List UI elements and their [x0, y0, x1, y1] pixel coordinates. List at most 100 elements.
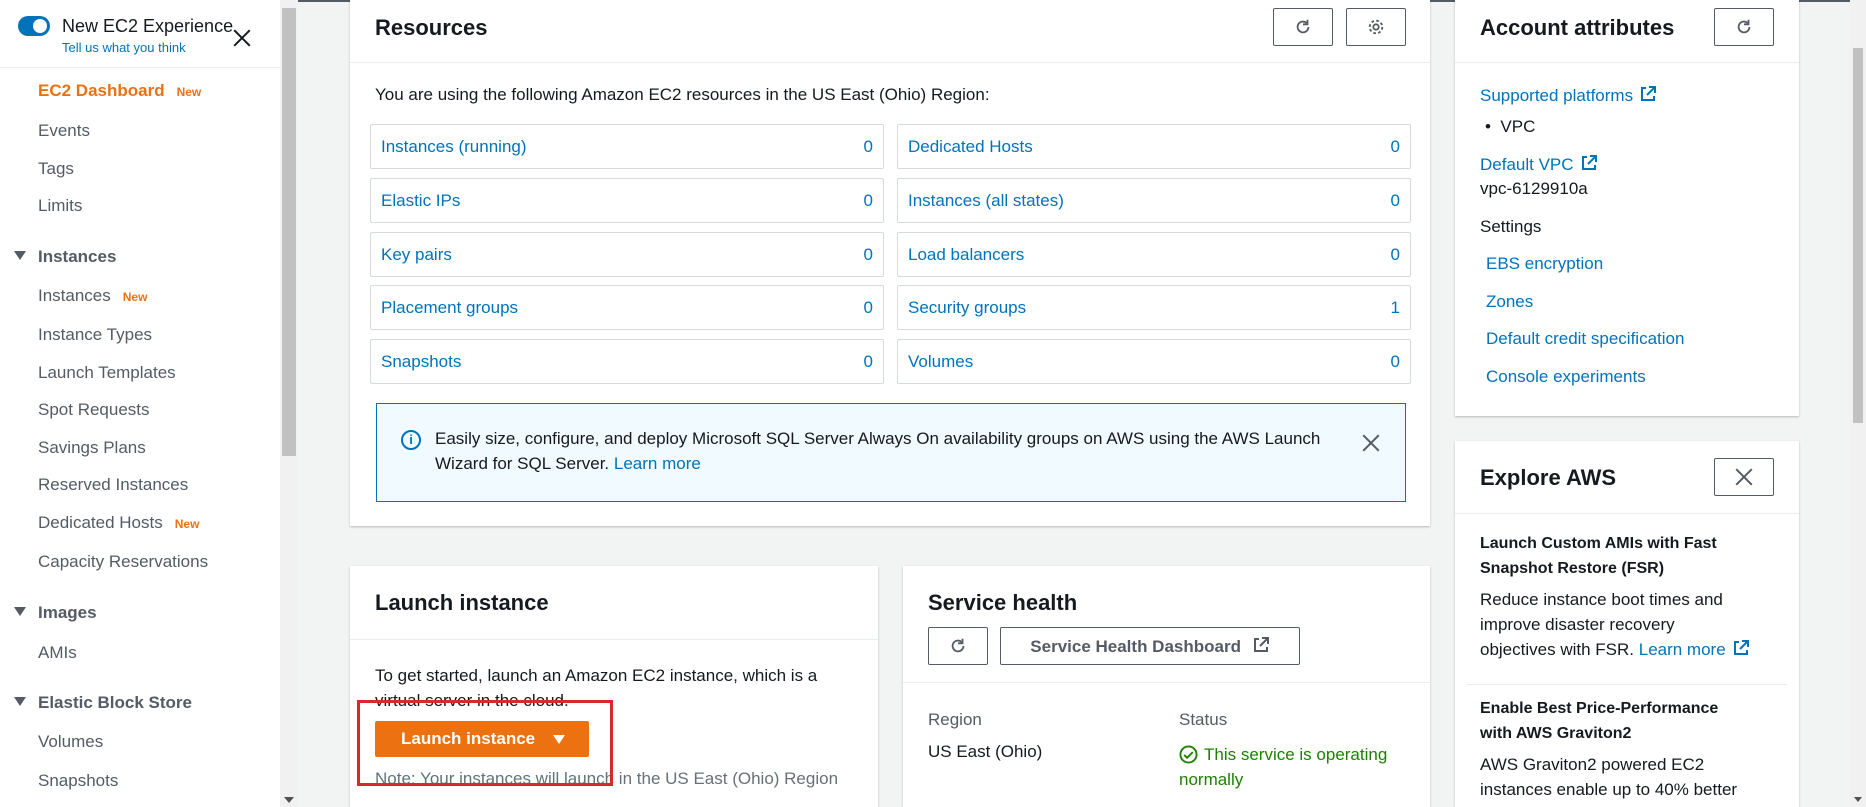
scroll-down-arrow-icon[interactable]	[1854, 797, 1862, 802]
region-label: Region	[928, 710, 982, 729]
explore-item-body: Reduce instance boot times and improve d…	[1480, 587, 1750, 662]
zones-link[interactable]: Zones	[1486, 292, 1533, 312]
resource-key-pairs[interactable]: Key pairs 0	[370, 232, 884, 277]
status-value: This service is operating normally	[1179, 742, 1409, 792]
sidebar-item-snapshots[interactable]: Snapshots	[38, 771, 118, 791]
header-divider	[350, 62, 1430, 63]
caret-down-icon	[14, 251, 26, 260]
ebs-encryption-link[interactable]: EBS encryption	[1486, 254, 1603, 274]
refresh-icon	[951, 638, 965, 653]
resource-dedicated-hosts[interactable]: Dedicated Hosts 0	[897, 124, 1411, 169]
sidebar-item-savings-plans[interactable]: Savings Plans	[38, 438, 146, 458]
scroll-down-arrow-icon[interactable]	[284, 797, 294, 803]
refresh-account-button[interactable]	[1714, 8, 1774, 46]
sidebar-scrollbar[interactable]	[280, 0, 298, 807]
sidebar-item-dedicated-hosts[interactable]: Dedicated Hosts New	[38, 513, 199, 533]
sidebar-item-instance-types[interactable]: Instance Types	[38, 325, 152, 345]
console-experiments-link[interactable]: Console experiments	[1486, 367, 1646, 387]
sidebar-item-capacity-reservations[interactable]: Capacity Reservations	[38, 552, 208, 572]
explore-learn-more-link[interactable]: Learn more	[1639, 640, 1750, 659]
caret-down-icon	[14, 607, 26, 616]
sidebar-item-label: Instances	[38, 286, 111, 305]
gear-icon	[1368, 19, 1384, 35]
resource-volumes[interactable]: Volumes 0	[897, 339, 1411, 384]
resource-load-balancers[interactable]: Load balancers 0	[897, 232, 1411, 277]
resource-elastic-ips[interactable]: Elastic IPs 0	[370, 178, 884, 223]
refresh-icon	[1737, 19, 1751, 34]
sidebar-item-limits[interactable]: Limits	[38, 196, 82, 216]
refresh-health-button[interactable]	[928, 627, 988, 665]
resource-placement-groups[interactable]: Placement groups 0	[370, 285, 884, 330]
sidebar-item-events[interactable]: Events	[38, 121, 90, 141]
platform-vpc: • VPC	[1485, 117, 1536, 136]
banner-message: Easily size, configure, and deploy Micro…	[435, 429, 1321, 473]
resource-count: 0	[863, 245, 873, 264]
default-credit-specification-link[interactable]: Default credit specification	[1486, 329, 1684, 349]
refresh-resources-button[interactable]	[1273, 8, 1333, 46]
service-health-dashboard-button[interactable]: Service Health Dashboard	[1000, 627, 1300, 665]
sidebar-item-amis[interactable]: AMIs	[38, 643, 77, 663]
refresh-icon	[1296, 19, 1310, 34]
sidebar-item-tags[interactable]: Tags	[38, 159, 74, 179]
caret-down-icon	[14, 697, 26, 706]
scrollbar-thumb[interactable]	[282, 8, 296, 456]
feedback-link[interactable]: Tell us what you think	[62, 40, 186, 55]
resource-label[interactable]: Load balancers	[908, 245, 1024, 265]
resource-label[interactable]: Volumes	[908, 352, 973, 372]
resource-count: 0	[1390, 245, 1400, 264]
sidebar-item-ec2-dashboard[interactable]: EC2 Dashboard New	[38, 81, 201, 101]
section-label: Elastic Block Store	[38, 693, 193, 712]
sidebar-item-volumes[interactable]: Volumes	[38, 732, 103, 752]
main-scrollbar[interactable]	[1850, 0, 1866, 807]
settings-label: Settings	[1480, 217, 1542, 236]
header-divider	[1455, 513, 1799, 514]
resource-count: 0	[1390, 352, 1400, 371]
resource-label[interactable]: Security groups	[908, 298, 1026, 318]
resource-label[interactable]: Snapshots	[381, 352, 461, 372]
account-attributes-title: Account attributes	[1480, 15, 1675, 40]
resource-label[interactable]: Key pairs	[381, 245, 452, 265]
header-divider	[903, 682, 1430, 683]
new-experience-header: New EC2 Experience Tell us what you thin…	[0, 0, 280, 68]
settings-button[interactable]	[1346, 8, 1406, 46]
new-experience-toggle[interactable]	[18, 16, 50, 36]
sidebar-item-launch-templates[interactable]: Launch Templates	[38, 363, 176, 383]
explore-item-heading: Launch Custom AMIs with Fast Snapshot Re…	[1480, 535, 1717, 577]
new-badge: New	[176, 85, 202, 99]
supported-platforms-link[interactable]: Supported platforms	[1480, 85, 1657, 106]
resource-label[interactable]: Dedicated Hosts	[908, 137, 1033, 157]
dismiss-explore-button[interactable]	[1714, 458, 1774, 496]
highlight-box	[357, 700, 613, 786]
sidebar-item-label: Dedicated Hosts	[38, 513, 163, 532]
resource-label[interactable]: Instances (all states)	[908, 191, 1064, 211]
resource-instances-all-states[interactable]: Instances (all states) 0	[897, 178, 1411, 223]
resource-label[interactable]: Instances (running)	[381, 137, 527, 157]
sidebar-item-spot-requests[interactable]: Spot Requests	[38, 400, 150, 420]
sidebar-section-images[interactable]: Images	[14, 603, 97, 623]
banner-text: Easily size, configure, and deploy Micro…	[435, 426, 1325, 476]
resource-security-groups[interactable]: Security groups 1	[897, 285, 1411, 330]
scrollbar-thumb[interactable]	[1853, 48, 1863, 423]
info-icon: i	[401, 430, 421, 450]
resource-snapshots[interactable]: Snapshots 0	[370, 339, 884, 384]
resource-instances-running[interactable]: Instances (running) 0	[370, 124, 884, 169]
default-vpc-link[interactable]: Default VPC	[1480, 154, 1598, 175]
sidebar-item-label: EC2 Dashboard	[38, 81, 165, 100]
sql-server-info-banner: i Easily size, configure, and deploy Mic…	[376, 403, 1406, 502]
close-icon[interactable]	[1360, 432, 1382, 454]
banner-learn-more-link[interactable]: Learn more	[614, 454, 701, 473]
close-icon[interactable]	[230, 26, 254, 50]
status-label: Status	[1179, 710, 1228, 729]
sidebar-section-elastic-block-store[interactable]: Elastic Block Store	[14, 693, 192, 713]
sidebar-item-reserved-instances[interactable]: Reserved Instances	[38, 475, 188, 495]
resource-label[interactable]: Elastic IPs	[381, 191, 460, 211]
section-label: Images	[38, 603, 97, 622]
resource-label[interactable]: Placement groups	[381, 298, 518, 318]
resource-count: 0	[863, 137, 873, 156]
link-label: Default VPC	[1480, 155, 1574, 174]
sidebar-item-instances[interactable]: Instances New	[38, 286, 147, 306]
sidebar-section-instances[interactable]: Instances	[14, 247, 116, 267]
resources-intro: You are using the following Amazon EC2 r…	[375, 85, 990, 104]
link-label: Learn more	[1638, 640, 1726, 659]
resource-count: 0	[863, 352, 873, 371]
